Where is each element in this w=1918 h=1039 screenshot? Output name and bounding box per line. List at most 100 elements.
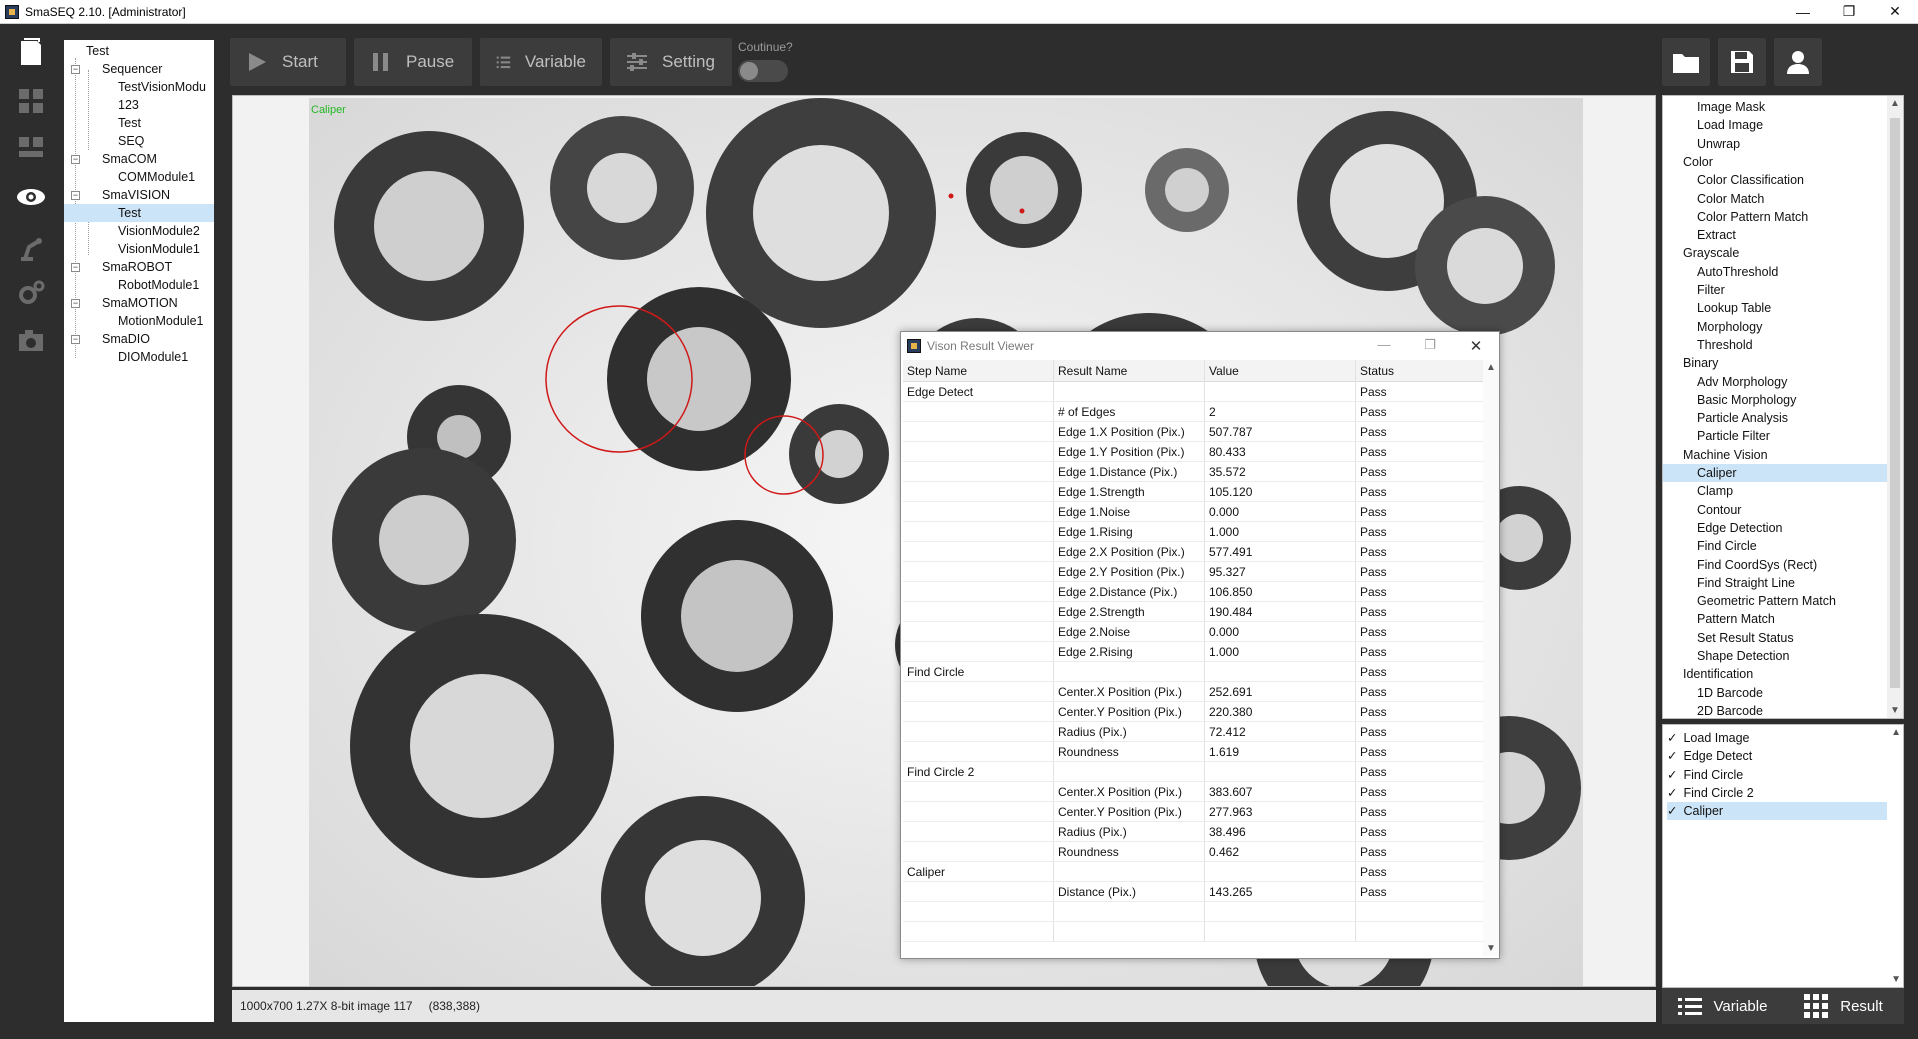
step-item[interactable]: ✓ Edge Detect	[1667, 747, 1887, 765]
scroll-down-icon[interactable]: ▼	[1483, 943, 1499, 954]
tree-item[interactable]: Test	[86, 42, 109, 60]
step-item[interactable]: ✓ Caliper	[1667, 802, 1887, 821]
collapse-icon[interactable]: −	[71, 299, 80, 308]
scroll-down-icon[interactable]: ▼	[1891, 974, 1901, 985]
tree-item[interactable]: VisionModule2	[118, 222, 200, 240]
result-row[interactable]: Edge 1.Y Position (Pix.) 80.433 Pass	[903, 442, 1483, 462]
check-icon[interactable]: ✓	[1667, 749, 1677, 763]
variable-button[interactable]: Variable	[480, 38, 602, 86]
palette-category[interactable]: Grayscale	[1683, 244, 1739, 262]
palette-item[interactable]: Geometric Pattern Match	[1697, 592, 1836, 610]
check-icon[interactable]: ✓	[1667, 768, 1677, 782]
check-icon[interactable]: ✓	[1667, 731, 1677, 745]
sequence-icon[interactable]	[14, 84, 48, 118]
save-button[interactable]	[1718, 38, 1766, 86]
result-row[interactable]: Edge 1.X Position (Pix.) 507.787 Pass	[903, 422, 1483, 442]
column-header[interactable]: Status	[1356, 360, 1483, 381]
result-row[interactable]: Center.Y Position (Pix.) 220.380 Pass	[903, 702, 1483, 722]
dialog-maximize-button[interactable]: ❐	[1407, 337, 1453, 355]
palette-item[interactable]: Extract	[1697, 226, 1736, 244]
result-row[interactable]	[903, 902, 1483, 922]
palette-item[interactable]: AutoThreshold	[1697, 263, 1778, 281]
palette-scrollbar[interactable]: ▲ ▼	[1887, 96, 1903, 718]
gear-icon[interactable]	[14, 276, 48, 310]
result-row[interactable]	[903, 922, 1483, 942]
tree-item[interactable]: SmaDIO	[102, 330, 150, 348]
tree-item[interactable]: SEQ	[118, 132, 144, 150]
tree-item[interactable]: MotionModule1	[118, 312, 203, 330]
collapse-icon[interactable]: −	[71, 263, 80, 272]
palette-item[interactable]: Basic Morphology	[1697, 391, 1796, 409]
start-button[interactable]: Start	[230, 38, 346, 86]
result-row[interactable]: Caliper Pass	[903, 862, 1483, 882]
pause-button[interactable]: Pause	[354, 38, 472, 86]
result-row[interactable]: Center.Y Position (Pix.) 277.963 Pass	[903, 802, 1483, 822]
setting-button[interactable]: Setting	[610, 38, 732, 86]
result-row[interactable]: Edge 1.Strength 105.120 Pass	[903, 482, 1483, 502]
tree-item[interactable]: SmaMOTION	[102, 294, 178, 312]
palette-item[interactable]: Find Circle	[1697, 537, 1757, 555]
palette-item[interactable]: Find CoordSys (Rect)	[1697, 556, 1817, 574]
palette-item[interactable]: Set Result Status	[1697, 629, 1794, 647]
result-row[interactable]: Center.X Position (Pix.) 252.691 Pass	[903, 682, 1483, 702]
palette-item[interactable]: Filter	[1697, 281, 1725, 299]
palette-item[interactable]: Color Pattern Match	[1697, 208, 1808, 226]
palette-item[interactable]: Particle Analysis	[1697, 409, 1788, 427]
robot-arm-icon[interactable]	[14, 230, 48, 264]
result-row[interactable]: Radius (Pix.) 38.496 Pass	[903, 822, 1483, 842]
tab-result[interactable]: Result	[1783, 988, 1904, 1024]
dialog-minimize-button[interactable]: —	[1361, 337, 1407, 355]
result-row[interactable]: Find Circle 2 Pass	[903, 762, 1483, 782]
result-row[interactable]: Edge Detect Pass	[903, 382, 1483, 402]
result-row[interactable]: Edge 2.Y Position (Pix.) 95.327 Pass	[903, 562, 1483, 582]
palette-item[interactable]: Particle Filter	[1697, 427, 1770, 445]
result-row[interactable]: # of Edges 2 Pass	[903, 402, 1483, 422]
palette-item[interactable]: Lookup Table	[1697, 299, 1771, 317]
tree-item[interactable]: COMModule1	[118, 168, 195, 186]
palette-category[interactable]: Identification	[1683, 665, 1753, 683]
column-header[interactable]: Result Name	[1054, 360, 1205, 381]
collapse-icon[interactable]: −	[71, 65, 80, 74]
result-row[interactable]: Roundness 0.462 Pass	[903, 842, 1483, 862]
palette-item[interactable]: Caliper	[1663, 464, 1887, 482]
palette-item[interactable]: Find Straight Line	[1697, 574, 1795, 592]
tree-item[interactable]: SmaCOM	[102, 150, 157, 168]
result-row[interactable]: Edge 2.X Position (Pix.) 577.491 Pass	[903, 542, 1483, 562]
scroll-up-icon[interactable]: ▲	[1483, 362, 1499, 373]
camera-icon[interactable]	[14, 324, 48, 358]
user-button[interactable]	[1774, 38, 1822, 86]
palette-item[interactable]: Color Classification	[1697, 171, 1804, 189]
module-icon[interactable]	[14, 130, 48, 164]
scroll-down-icon[interactable]: ▼	[1887, 705, 1903, 716]
result-row[interactable]: Edge 1.Distance (Pix.) 35.572 Pass	[903, 462, 1483, 482]
column-header[interactable]: Value	[1205, 360, 1356, 381]
result-row[interactable]: Edge 2.Strength 190.484 Pass	[903, 602, 1483, 622]
step-item[interactable]: ✓ Find Circle	[1667, 766, 1887, 784]
palette-item[interactable]: Adv Morphology	[1697, 373, 1787, 391]
palette-item[interactable]: 1D Barcode	[1697, 684, 1763, 702]
result-row[interactable]: Radius (Pix.) 72.412 Pass	[903, 722, 1483, 742]
result-row[interactable]: Edge 2.Rising 1.000 Pass	[903, 642, 1483, 662]
palette-item[interactable]: 2D Barcode	[1697, 702, 1763, 718]
result-row[interactable]: Edge 1.Rising 1.000 Pass	[903, 522, 1483, 542]
tree-item[interactable]: TestVisionModu	[118, 78, 206, 96]
palette-item[interactable]: Color Match	[1697, 190, 1764, 208]
dialog-title-bar[interactable]: Vison Result Viewer — ❐ ✕	[901, 332, 1499, 360]
open-folder-button[interactable]	[1662, 38, 1710, 86]
palette-category[interactable]: Color	[1683, 153, 1713, 171]
palette-item[interactable]: Pattern Match	[1697, 610, 1775, 628]
palette-item[interactable]: Morphology	[1697, 318, 1762, 336]
dialog-close-button[interactable]: ✕	[1453, 337, 1499, 355]
dialog-scrollbar[interactable]: ▲ ▼	[1483, 360, 1499, 956]
palette-item[interactable]: Contour	[1697, 501, 1741, 519]
result-row[interactable]: Distance (Pix.) 143.265 Pass	[903, 882, 1483, 902]
tree-item-selected[interactable]: Test	[64, 204, 214, 222]
check-icon[interactable]: ✓	[1667, 786, 1677, 800]
tab-variable[interactable]: Variable	[1662, 988, 1783, 1024]
vision-eye-icon[interactable]	[14, 180, 48, 214]
tree-item[interactable]: SmaVISION	[102, 186, 170, 204]
result-row[interactable]: Edge 2.Distance (Pix.) 106.850 Pass	[903, 582, 1483, 602]
palette-item[interactable]: Unwrap	[1697, 135, 1740, 153]
tree-item[interactable]: Sequencer	[102, 60, 162, 78]
palette-category[interactable]: Machine Vision	[1683, 446, 1768, 464]
